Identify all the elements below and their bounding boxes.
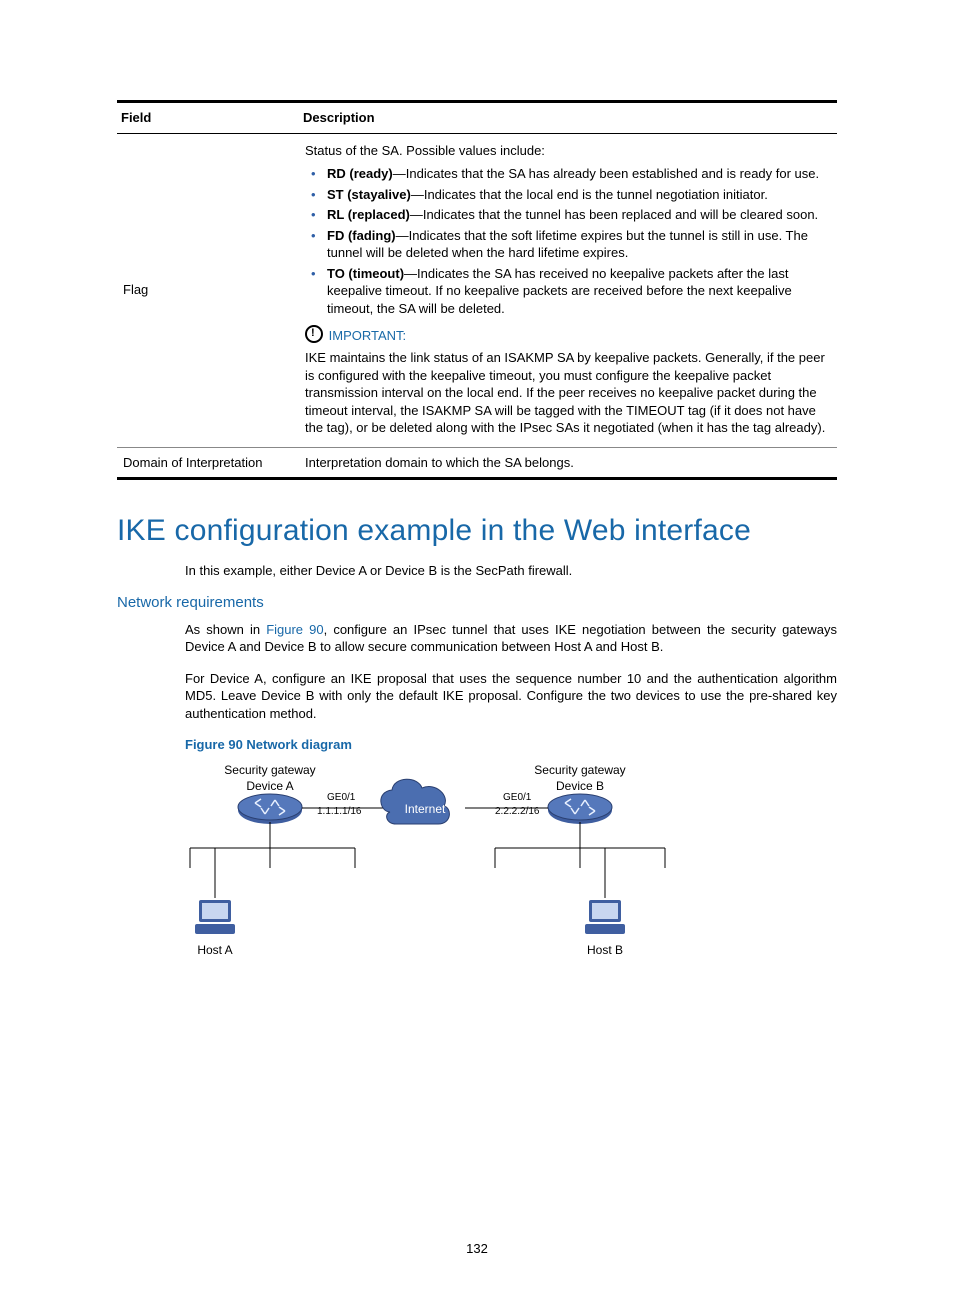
body-paragraph: In this example, either Device A or Devi… (185, 562, 837, 580)
list-item: RL (replaced)—Indicates that the tunnel … (327, 206, 831, 224)
table-cell-description: Interpretation domain to which the SA be… (299, 447, 837, 479)
gateway-b-if: GE0/1 (503, 792, 532, 803)
sa-status-table: Field Description Flag Status of the SA.… (117, 100, 837, 480)
subsection-title: Network requirements (117, 594, 837, 611)
internet-label: Internet (405, 802, 446, 816)
router-icon (238, 794, 302, 824)
host-icon (585, 900, 625, 934)
gateway-b-title: Security gateway (534, 763, 625, 777)
important-heading: IMPORTANT: (305, 325, 831, 345)
table-cell-description: Status of the SA. Possible values includ… (299, 133, 837, 447)
body-paragraph: For Device A, configure an IKE proposal … (185, 670, 837, 723)
gateway-a-if: GE0/1 (327, 792, 356, 803)
description-intro: Status of the SA. Possible values includ… (305, 142, 831, 160)
section-title: IKE configuration example in the Web int… (117, 514, 837, 548)
network-diagram: Security gateway Device A GE0/1 1.1.1.1/… (185, 758, 837, 978)
router-icon (548, 794, 612, 824)
figure-link[interactable]: Figure 90 (266, 622, 323, 637)
host-b-label: Host B (587, 943, 623, 957)
host-a-label: Host A (197, 943, 232, 957)
page-number: 132 (0, 1241, 954, 1256)
gateway-a-sub: Device A (246, 779, 293, 793)
table-header-field: Field (117, 102, 299, 134)
list-item: RD (ready)—Indicates that the SA has alr… (327, 165, 831, 183)
status-value-list: RD (ready)—Indicates that the SA has alr… (305, 165, 831, 317)
body-paragraph: As shown in Figure 90, configure an IPse… (185, 621, 837, 656)
gateway-b-sub: Device B (556, 779, 604, 793)
table-row: Domain of Interpretation Interpretation … (117, 447, 837, 479)
important-paragraph: IKE maintains the link status of an ISAK… (305, 349, 831, 437)
figure-caption: Figure 90 Network diagram (185, 737, 837, 752)
list-item: TO (timeout)—Indicates the SA has receiv… (327, 265, 831, 318)
table-header-description: Description (299, 102, 837, 134)
host-icon (195, 900, 235, 934)
table-cell-field: Flag (117, 133, 299, 447)
gateway-a-title: Security gateway (224, 763, 315, 777)
table-cell-field: Domain of Interpretation (117, 447, 299, 479)
table-row: Flag Status of the SA. Possible values i… (117, 133, 837, 447)
list-item: FD (fading)—Indicates that the soft life… (327, 227, 831, 262)
important-icon (305, 325, 323, 343)
list-item: ST (stayalive)—Indicates that the local … (327, 186, 831, 204)
